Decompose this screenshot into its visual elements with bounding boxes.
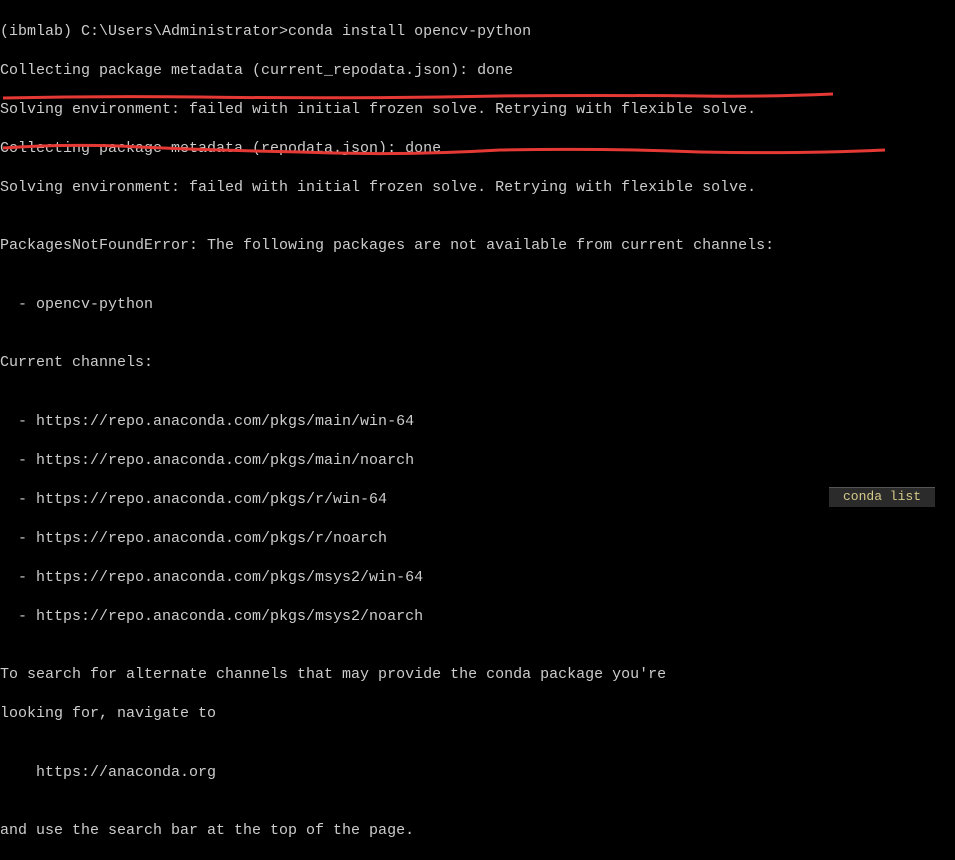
terminal-line: - https://repo.anaconda.com/pkgs/msys2/n… — [0, 607, 955, 627]
terminal-output: (ibmlab) C:\Users\Administrator>conda in… — [0, 2, 955, 860]
terminal-line: Solving environment: failed with initial… — [0, 100, 955, 120]
terminal-line: (ibmlab) C:\Users\Administrator>conda in… — [0, 22, 955, 42]
terminal-line: To search for alternate channels that ma… — [0, 665, 955, 685]
terminal-line: - https://repo.anaconda.com/pkgs/main/no… — [0, 451, 955, 471]
terminal-line: - https://repo.anaconda.com/pkgs/r/win-6… — [0, 490, 955, 510]
terminal-line: PackagesNotFoundError: The following pac… — [0, 236, 955, 256]
terminal-line: Solving environment: failed with initial… — [0, 178, 955, 198]
taskbar-tab[interactable]: conda list — [829, 487, 935, 507]
terminal-line: - https://repo.anaconda.com/pkgs/main/wi… — [0, 412, 955, 432]
terminal-line: https://anaconda.org — [0, 763, 955, 783]
terminal-line: looking for, navigate to — [0, 704, 955, 724]
terminal-line: - https://repo.anaconda.com/pkgs/msys2/w… — [0, 568, 955, 588]
terminal-line: - opencv-python — [0, 295, 955, 315]
terminal-line: and use the search bar at the top of the… — [0, 821, 955, 841]
terminal-line: Collecting package metadata (current_rep… — [0, 61, 955, 81]
terminal-line: Current channels: — [0, 353, 955, 373]
taskbar-tab-label: conda list — [843, 489, 921, 506]
terminal-line: - https://repo.anaconda.com/pkgs/r/noarc… — [0, 529, 955, 549]
terminal-line: Collecting package metadata (repodata.js… — [0, 139, 955, 159]
